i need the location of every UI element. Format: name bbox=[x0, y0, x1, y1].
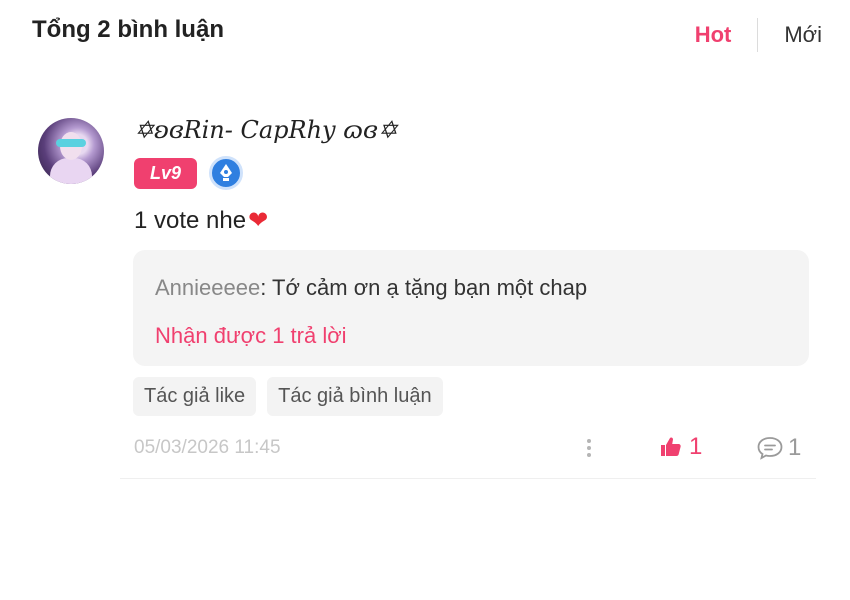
more-vertical-icon[interactable] bbox=[580, 435, 598, 461]
sort-hot-tab[interactable]: Hot bbox=[695, 22, 758, 48]
reply-separator: : bbox=[260, 275, 273, 300]
tag-author-comment: Tác giả bình luận bbox=[267, 377, 443, 416]
like-button[interactable]: 1 bbox=[659, 433, 702, 461]
level-badge: Lv9 bbox=[134, 157, 198, 189]
sort-divider bbox=[757, 18, 759, 52]
reply-preview: Annieeeee: Tớ cảm ơn ạ tặng bạn một chap bbox=[155, 275, 587, 301]
tag-author-like: Tác giả like bbox=[133, 377, 257, 416]
reply-button[interactable]: 1 bbox=[756, 434, 801, 462]
comment-total-title: Tổng 2 bình luận bbox=[32, 16, 224, 43]
reply-preview-box[interactable]: Annieeeee: Tớ cảm ơn ạ tặng bạn một chap… bbox=[133, 250, 809, 366]
avatar[interactable] bbox=[38, 118, 104, 184]
comment-timestamp: 05/03/2026 11:45 bbox=[134, 437, 281, 458]
avatar-figure bbox=[50, 158, 92, 184]
verified-pen-icon bbox=[209, 156, 244, 190]
comment-icon bbox=[757, 437, 783, 460]
like-count: 1 bbox=[689, 433, 703, 460]
reply-author[interactable]: Annieeeee bbox=[155, 275, 260, 300]
comments-header: Tổng 2 bình luận Hot Mới bbox=[0, 0, 850, 64]
sort-new-tab[interactable]: Mới bbox=[784, 22, 822, 48]
view-replies-link[interactable]: Nhận được 1 trả lời bbox=[155, 323, 347, 349]
comment-username[interactable]: ✡ʚɞRin- CapRhy ɷɞ✡ bbox=[134, 116, 398, 144]
sort-switch: Hot Mới bbox=[695, 18, 822, 52]
heart-emoji: ❤ bbox=[248, 207, 269, 234]
reply-count: 1 bbox=[788, 434, 802, 461]
thumbs-up-icon bbox=[661, 437, 681, 456]
comment-divider bbox=[120, 478, 816, 479]
avatar-glasses bbox=[56, 139, 86, 147]
comment-body: 1 vote nhe ❤ bbox=[134, 206, 268, 235]
comment-text: 1 vote nhe bbox=[134, 206, 247, 234]
user-badges: Lv9 bbox=[134, 156, 244, 190]
author-tags: Tác giả like Tác giả bình luận bbox=[133, 377, 454, 416]
reply-text: Tớ cảm ơn ạ tặng bạn một chap bbox=[272, 275, 588, 300]
